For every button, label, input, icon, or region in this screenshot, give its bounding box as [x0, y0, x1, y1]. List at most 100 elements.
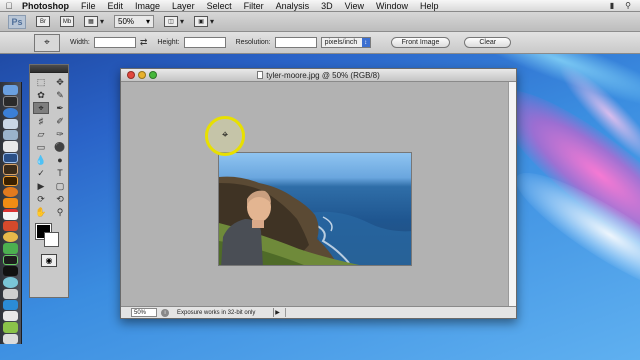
app-icon[interactable]: [3, 288, 18, 299]
move-tool-icon[interactable]: ✥: [52, 76, 68, 88]
grid-icon: ▦: [84, 16, 98, 27]
mail-icon[interactable]: [3, 118, 18, 130]
chevron-down-icon: ▾: [146, 17, 151, 26]
terminal-icon[interactable]: [3, 266, 18, 277]
path-selection-tool-icon[interactable]: ▶: [33, 180, 49, 192]
vlc-icon[interactable]: [3, 198, 18, 209]
status-menu-arrow-icon[interactable]: ▶: [273, 308, 281, 317]
document-image[interactable]: [218, 152, 412, 266]
canvas-area[interactable]: [121, 82, 510, 307]
brush-tool-icon[interactable]: ✐: [52, 115, 68, 127]
crop-icon: ⌖: [44, 37, 50, 48]
tools-panel-header[interactable]: [30, 65, 68, 73]
quick-selection-tool-icon[interactable]: ✎: [52, 89, 68, 101]
pen-tool-icon[interactable]: ✓: [33, 167, 49, 179]
zoom-level-select[interactable]: 50% ▾: [114, 15, 155, 28]
zoom-tool-icon[interactable]: ⚲: [52, 206, 68, 218]
wallpaper-streak: [549, 54, 640, 176]
paint-bucket-tool-icon[interactable]: ⚫: [52, 141, 68, 153]
quick-mask-button[interactable]: ◉: [41, 254, 57, 267]
arrange-documents-button[interactable]: ◫ ▾: [164, 15, 184, 29]
calendar-icon[interactable]: [3, 209, 18, 220]
clone-stamp-tool-icon[interactable]: ▱: [33, 128, 49, 140]
marquee-tool-icon[interactable]: ⬚: [33, 76, 49, 88]
preview-icon[interactable]: [3, 130, 18, 141]
crop-cursor-icon: ⌖: [222, 129, 229, 141]
itunes-icon[interactable]: [3, 107, 18, 118]
menu-help[interactable]: Help: [414, 0, 445, 12]
info-icon[interactable]: i: [161, 308, 169, 317]
background-color-swatch[interactable]: [44, 232, 59, 247]
dashboard-icon[interactable]: [3, 96, 18, 107]
mini-bridge-icon: Mb: [60, 16, 74, 27]
3d-orbit-tool-icon[interactable]: ⟲: [52, 193, 68, 205]
zoom-window-button[interactable]: [149, 71, 157, 79]
clear-button[interactable]: Clear: [464, 37, 512, 48]
chrome-icon[interactable]: [3, 232, 18, 243]
healing-brush-tool-icon[interactable]: ♯: [33, 115, 49, 127]
history-brush-tool-icon[interactable]: ✑: [52, 128, 68, 140]
menu-app-name[interactable]: Photoshop: [18, 0, 75, 12]
battery-icon[interactable]: ▮: [606, 1, 618, 10]
finder-icon[interactable]: [3, 85, 18, 96]
photoshop-dock-icon[interactable]: [3, 152, 18, 164]
menubar-status-area: ▮ ⚲: [606, 1, 640, 10]
app-icon[interactable]: [3, 322, 18, 333]
app-icon[interactable]: [3, 220, 18, 232]
view-extras-button[interactable]: ▦ ▾: [84, 15, 104, 29]
lasso-tool-icon[interactable]: ✿: [33, 89, 49, 101]
front-image-button[interactable]: Front Image: [390, 37, 451, 48]
menu-view[interactable]: View: [339, 0, 370, 12]
bridge-button[interactable]: Br: [36, 15, 50, 29]
menu-window[interactable]: Window: [370, 0, 414, 12]
menu-layer[interactable]: Layer: [166, 0, 201, 12]
document-title-bar[interactable]: tyler-moore.jpg @ 50% (RGB/8): [121, 69, 516, 82]
menu-filter[interactable]: Filter: [238, 0, 270, 12]
apple-icon[interactable]: : [0, 1, 18, 11]
crop-tool-preset-picker[interactable]: ⌖: [34, 33, 60, 52]
swap-dimensions-icon[interactable]: ⇄: [140, 37, 148, 48]
screen-mode-button[interactable]: ▣ ▾: [194, 15, 214, 29]
blur-tool-icon[interactable]: 💧: [33, 154, 49, 166]
document-window: tyler-moore.jpg @ 50% (RGB/8) 50% i Expo…: [120, 68, 517, 319]
hand-tool-icon[interactable]: ✋: [33, 206, 49, 218]
app-icon[interactable]: [3, 299, 18, 311]
width-input[interactable]: [93, 37, 136, 48]
iphoto-icon[interactable]: [3, 141, 18, 152]
crop-tool-icon[interactable]: ⌖: [33, 102, 49, 114]
spotlight-icon[interactable]: ⚲: [622, 1, 634, 10]
bridge-dock-icon[interactable]: [3, 164, 18, 175]
bridge-icon: Br: [36, 16, 50, 27]
shape-tool-icon[interactable]: ▢: [52, 180, 68, 192]
minimize-window-button[interactable]: [138, 71, 146, 79]
illustrator-dock-icon[interactable]: [3, 175, 18, 186]
type-tool-icon[interactable]: T: [52, 167, 68, 179]
mini-bridge-button[interactable]: Mb: [60, 15, 74, 29]
app-icon[interactable]: [3, 243, 18, 254]
firefox-icon[interactable]: [3, 186, 18, 198]
activity-monitor-icon[interactable]: [3, 254, 18, 266]
close-window-button[interactable]: [127, 71, 135, 79]
menu-edit[interactable]: Edit: [102, 0, 130, 12]
3d-rotate-tool-icon[interactable]: ⟳: [33, 193, 49, 205]
horizontal-scrollbar[interactable]: [285, 308, 516, 317]
zoom-field[interactable]: 50%: [131, 308, 157, 317]
height-input[interactable]: [183, 37, 226, 48]
menu-analysis[interactable]: Analysis: [270, 0, 316, 12]
vertical-scrollbar[interactable]: [508, 82, 516, 307]
document-title: tyler-moore.jpg @ 50% (RGB/8): [266, 70, 380, 80]
arrange-icon: ◫: [164, 16, 179, 27]
resolution-units-select[interactable]: pixels/inch ↕: [320, 37, 371, 48]
eraser-tool-icon[interactable]: ▭: [33, 141, 49, 153]
menu-select[interactable]: Select: [201, 0, 238, 12]
app-icon[interactable]: [3, 277, 18, 288]
menu-image[interactable]: Image: [129, 0, 166, 12]
tool-grid: ⬚ ✥ ✿ ✎ ⌖ ✒ ♯ ✐ ▱ ✑ ▭ ⚫ 💧 ● ✓ T ▶ ▢ ⟳ ⟲ …: [30, 73, 68, 218]
app-icon[interactable]: [3, 333, 18, 345]
app-icon[interactable]: [3, 311, 18, 322]
resolution-input[interactable]: [274, 37, 317, 48]
eyedropper-tool-icon[interactable]: ✒: [52, 102, 68, 114]
menu-3d[interactable]: 3D: [315, 0, 339, 12]
dodge-tool-icon[interactable]: ●: [52, 154, 68, 166]
menu-file[interactable]: File: [75, 0, 102, 12]
